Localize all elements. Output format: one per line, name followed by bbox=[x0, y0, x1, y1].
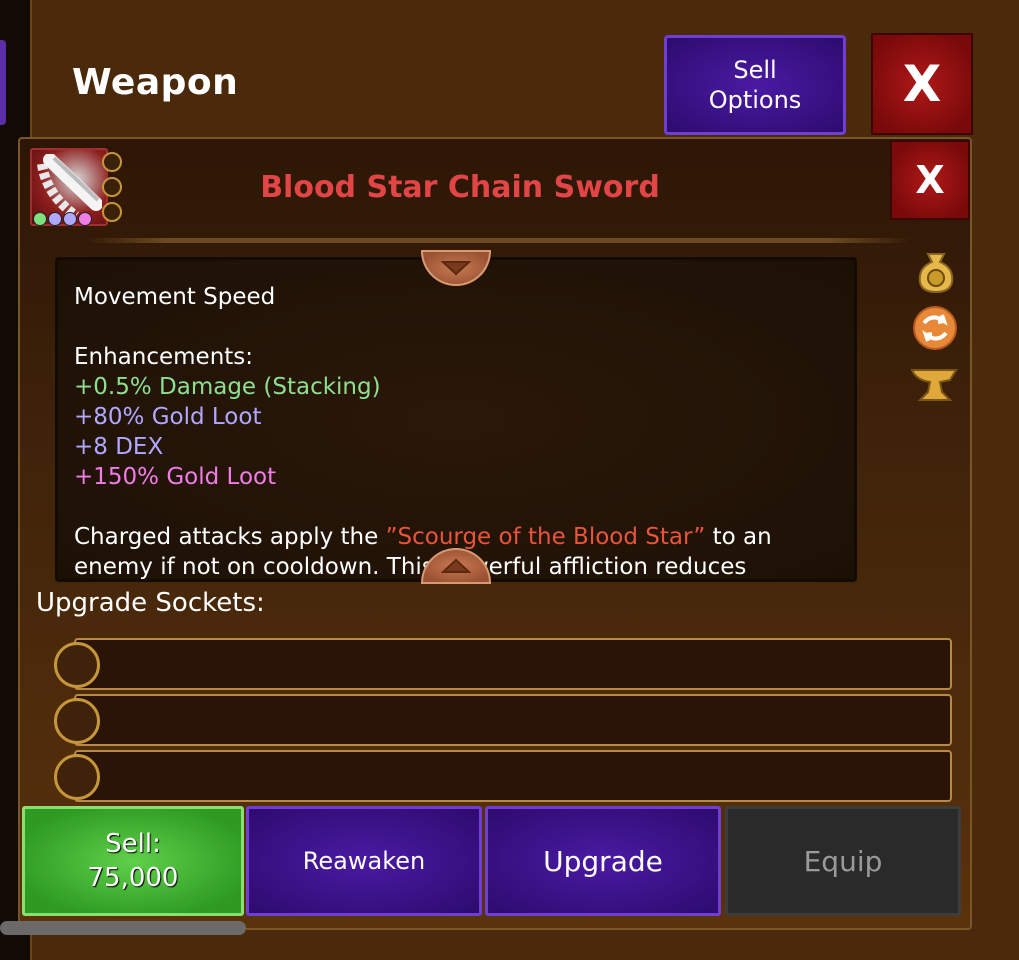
stat-movement-speed: Movement Speed bbox=[74, 284, 276, 310]
socket-dot-icon bbox=[102, 152, 122, 172]
sell-button[interactable]: Sell: 75,000 bbox=[22, 806, 244, 916]
money-bag-icon[interactable] bbox=[914, 250, 958, 294]
enhancement-line: +8 DEX bbox=[74, 434, 164, 460]
item-name: Blood Star Chain Sword bbox=[260, 170, 660, 205]
socket-dot-icon bbox=[102, 177, 122, 197]
enhancement-line: +0.5% Damage (Stacking) bbox=[74, 374, 381, 400]
enhancement-line: +150% Gold Loot bbox=[74, 464, 277, 490]
gem-dot-icon bbox=[33, 212, 47, 226]
close-item-button[interactable]: X bbox=[890, 140, 970, 220]
sell-price: 75,000 bbox=[87, 863, 179, 893]
upgrade-button[interactable]: Upgrade bbox=[485, 806, 721, 916]
upgrade-sockets-label: Upgrade Sockets: bbox=[36, 588, 265, 618]
ability-name: ”Scourge of the Blood Star” bbox=[385, 524, 706, 550]
item-description-box[interactable]: Movement Speed Enhancements: +0.5% Damag… bbox=[55, 257, 857, 582]
left-panel-edge bbox=[0, 40, 6, 125]
empty-socket-icon bbox=[54, 754, 100, 800]
empty-socket-icon bbox=[54, 642, 100, 688]
equip-button[interactable]: Equip bbox=[725, 806, 961, 916]
gem-dot-icon bbox=[78, 212, 92, 226]
swap-icon[interactable] bbox=[912, 305, 957, 350]
empty-socket-icon bbox=[54, 698, 100, 744]
sell-label: Sell: bbox=[105, 829, 161, 859]
enhancement-line: +80% Gold Loot bbox=[74, 404, 262, 430]
divider bbox=[85, 238, 911, 243]
socket-slot[interactable] bbox=[74, 694, 952, 746]
gem-dot-icon bbox=[48, 212, 62, 226]
close-window-button[interactable]: X bbox=[871, 33, 973, 135]
anvil-icon[interactable] bbox=[910, 362, 958, 406]
triangle-down-icon bbox=[441, 261, 471, 276]
page-title: Weapon bbox=[72, 62, 239, 103]
chain-sword-icon bbox=[37, 154, 102, 220]
horizontal-scrollbar[interactable] bbox=[0, 921, 246, 935]
sell-options-button[interactable]: Sell Options bbox=[664, 35, 846, 135]
socket-slot[interactable] bbox=[74, 750, 952, 802]
reawaken-button[interactable]: Reawaken bbox=[246, 806, 482, 916]
socket-slot[interactable] bbox=[74, 638, 952, 690]
triangle-up-icon bbox=[441, 558, 471, 573]
enhancements-label: Enhancements: bbox=[74, 344, 254, 370]
socket-dot-icon bbox=[102, 202, 122, 222]
gem-dot-icon bbox=[63, 212, 77, 226]
